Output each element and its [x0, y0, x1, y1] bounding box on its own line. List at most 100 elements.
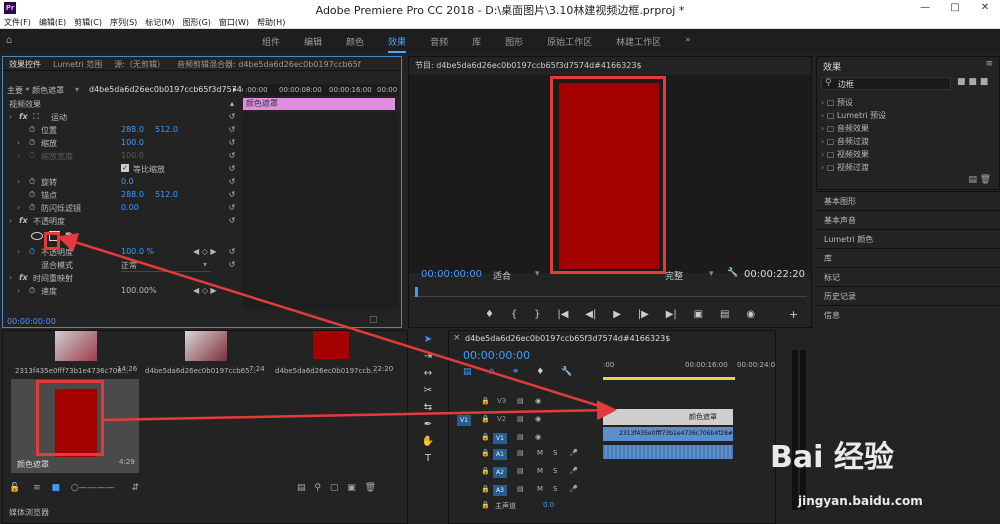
- tab-source[interactable]: 源:（无剪辑）: [108, 57, 171, 70]
- rotation-value[interactable]: 0.0: [121, 177, 134, 186]
- new-bin-icon[interactable]: ▤: [968, 175, 977, 185]
- microphone-icon[interactable]: 🎤: [569, 485, 578, 493]
- workspace-tab-effects[interactable]: 效果: [388, 35, 407, 53]
- timeline-clip-video[interactable]: 2313f435e0fff73b1e4736c706b4f28#6052130: [603, 427, 733, 441]
- workspace-tab-assembly[interactable]: 组件: [262, 35, 280, 53]
- automate-icon[interactable]: ▤: [297, 483, 306, 493]
- panel-menu-icon[interactable]: ≡: [985, 59, 993, 69]
- find-icon[interactable]: ⚲: [314, 483, 321, 493]
- sync-lock-icon[interactable]: ▤: [517, 449, 524, 457]
- wrench-icon[interactable]: 🔧: [727, 268, 738, 278]
- timeline-sequence-title[interactable]: d4be5da6d26ec0b0197ccb65f3d7574d#4166323…: [465, 334, 670, 343]
- track-select-tool-icon[interactable]: ⇥: [418, 351, 438, 368]
- eye-icon[interactable]: ◉: [535, 433, 541, 441]
- program-scrub-bar[interactable]: [413, 289, 807, 297]
- position-x-value[interactable]: 288.0: [121, 125, 144, 134]
- pen-tool-icon[interactable]: ✒: [418, 419, 438, 436]
- fx-icon[interactable]: fx: [19, 216, 28, 225]
- export-frame-icon[interactable]: □: [369, 315, 378, 325]
- workspace-tab-custom[interactable]: 林建工作区: [616, 35, 661, 53]
- reset-icon[interactable]: ↺: [225, 190, 239, 199]
- lock-icon[interactable]: 🔒: [481, 449, 490, 457]
- mark-out-icon[interactable]: }: [534, 309, 540, 320]
- hand-tool-icon[interactable]: ✋: [418, 436, 438, 453]
- marker-icon[interactable]: ♦: [485, 309, 494, 320]
- effect-motion[interactable]: 运动: [51, 112, 67, 123]
- lock-icon[interactable]: 🔒: [481, 467, 490, 475]
- extract-icon[interactable]: ▤: [720, 309, 729, 320]
- fit-dropdown[interactable]: 适合: [493, 269, 511, 282]
- panel-history[interactable]: 历史记录: [816, 286, 1000, 305]
- master-volume-value[interactable]: 0.0: [543, 501, 554, 509]
- slip-tool-icon[interactable]: ⇆: [418, 402, 438, 419]
- stopwatch-icon[interactable]: ⏱: [29, 177, 35, 187]
- program-monitor-title[interactable]: 节目: d4be5da6d26ec0b0197ccb65f3d7574d#416…: [415, 60, 642, 71]
- trash-icon[interactable]: 🗑: [365, 483, 376, 493]
- go-to-out-icon[interactable]: ▶|: [666, 309, 677, 320]
- go-to-in-icon[interactable]: |◀: [557, 309, 568, 320]
- tab-effect-controls[interactable]: 效果控件: [3, 57, 47, 70]
- tree-item-audio-transitions[interactable]: › ▢ 音频过渡: [821, 136, 886, 149]
- timeline-ruler[interactable]: :00 00:00:16:00 00:00:24:0: [603, 359, 775, 371]
- reset-icon[interactable]: ↺: [225, 203, 239, 212]
- maximize-button[interactable]: □: [940, 0, 970, 16]
- reset-icon[interactable]: ↺: [225, 151, 239, 160]
- sort-icon[interactable]: ⇵: [132, 483, 140, 493]
- work-area-bar[interactable]: [603, 377, 735, 380]
- reset-icon[interactable]: ↺: [225, 164, 239, 173]
- panel-essential-graphics[interactable]: 基本图形: [816, 191, 1000, 210]
- ripple-edit-tool-icon[interactable]: ↔: [418, 368, 438, 385]
- reset-icon[interactable]: ↺: [225, 177, 239, 186]
- thumbnail-2[interactable]: [185, 331, 227, 361]
- accelerated-effects-icon[interactable]: ■ ■ ■: [957, 77, 988, 87]
- panel-info[interactable]: 信息: [816, 305, 1000, 324]
- workspace-tab-original[interactable]: 原始工作区: [547, 35, 592, 53]
- add-marker-icon[interactable]: ♦: [536, 367, 544, 377]
- stopwatch-icon[interactable]: ⏱: [29, 203, 35, 213]
- chevron-down-icon[interactable]: ▾: [535, 269, 540, 279]
- opacity-value[interactable]: 100.0 %: [121, 247, 154, 256]
- menu-clip[interactable]: 剪辑(C): [70, 16, 106, 28]
- eye-icon[interactable]: ◉: [535, 415, 541, 423]
- new-item-icon[interactable]: ▣: [347, 483, 356, 493]
- chevron-down-icon[interactable]: ▾: [709, 269, 714, 279]
- stopwatch-icon[interactable]: ⏱: [29, 190, 35, 200]
- camera-icon[interactable]: ◉: [746, 309, 755, 320]
- menu-marker[interactable]: 标记(M): [141, 16, 178, 28]
- lock-icon[interactable]: 🔒: [481, 397, 490, 405]
- tab-lumetri-scopes[interactable]: Lumetri 范围: [47, 57, 108, 70]
- new-bin-icon[interactable]: ▢: [330, 483, 339, 493]
- bin-item-name[interactable]: d4be5da6d26ec0b0197ccb65...: [145, 367, 256, 375]
- panel-markers[interactable]: 标记: [816, 267, 1000, 286]
- sync-lock-icon[interactable]: ▤: [517, 467, 524, 475]
- lock-icon[interactable]: 🔒: [481, 501, 490, 509]
- lock-icon[interactable]: 🔒: [481, 485, 490, 493]
- effect-timecode[interactable]: 00:00:00:00: [7, 317, 56, 326]
- blend-mode-select[interactable]: 正常: [121, 260, 211, 272]
- panel-lumetri-color[interactable]: Lumetri 颜色: [816, 229, 1000, 248]
- tree-item-video-transitions[interactable]: › ▢ 视频过渡: [821, 162, 886, 175]
- anchor-x-value[interactable]: 288.0: [121, 190, 144, 199]
- workspace-tab-audio[interactable]: 音频: [430, 35, 448, 53]
- play-icon[interactable]: ▶: [613, 309, 621, 320]
- timeline-timecode[interactable]: 00:00:00:00: [463, 349, 530, 362]
- add-button-icon[interactable]: +: [789, 308, 798, 321]
- mask-clip-bar[interactable]: 颜色遮罩: [243, 98, 395, 110]
- reset-opacity-icon[interactable]: ↺: [225, 216, 239, 225]
- sync-lock-icon[interactable]: ▤: [517, 485, 524, 493]
- sync-lock-icon[interactable]: ▤: [517, 397, 524, 405]
- zoom-slider[interactable]: ○————: [71, 483, 115, 493]
- effect-mini-ruler[interactable]: :00:00 00:00:08:00 00:00:16:00 00:00: [243, 84, 399, 96]
- tree-item-lumetri-presets[interactable]: › ▢ Lumetri 预设: [821, 110, 886, 123]
- scale-value[interactable]: 100.0: [121, 138, 144, 147]
- step-back-icon[interactable]: ◀|: [585, 309, 596, 320]
- reset-icon[interactable]: ↺: [225, 247, 239, 256]
- menu-sequence[interactable]: 序列(S): [106, 16, 141, 28]
- speed-value[interactable]: 100.00%: [121, 286, 157, 295]
- tree-item-video-effects[interactable]: › ▢ 视频效果: [821, 149, 886, 162]
- mark-in-icon[interactable]: {: [511, 309, 517, 320]
- razor-tool-icon[interactable]: ✂: [418, 385, 438, 402]
- workspace-tab-libraries[interactable]: 库: [472, 35, 481, 53]
- program-timecode[interactable]: 00:00:00:00: [421, 269, 482, 280]
- panel-libraries[interactable]: 库: [816, 248, 1000, 267]
